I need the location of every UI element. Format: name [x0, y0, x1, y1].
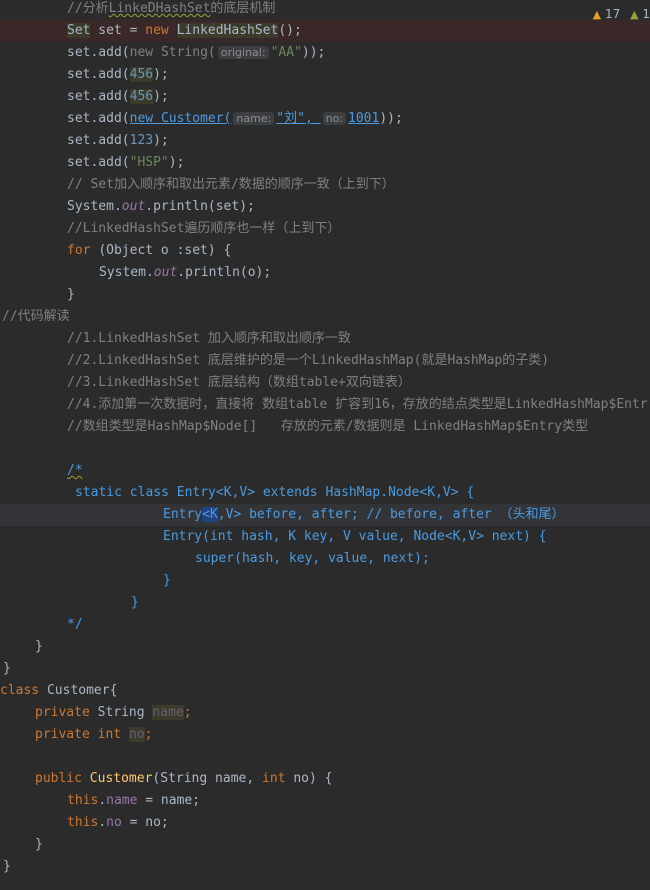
code-line[interactable]: //3.LinkedHashSet 底层结构（数组table+双向链表）: [0, 372, 650, 394]
code-text: set.add("HSP");: [67, 155, 185, 170]
parameter-hint: no:: [322, 112, 347, 125]
code-line[interactable]: //2.LinkedHashSet 底层维护的是一个LinkedHashMap(…: [0, 350, 650, 372]
code-line[interactable]: private String name;: [0, 702, 650, 724]
code-line[interactable]: set.add("HSP");: [0, 152, 650, 174]
code-text: }: [67, 287, 75, 302]
code-line[interactable]: }: [0, 592, 650, 614]
code-line[interactable]: }: [0, 658, 650, 680]
code-text: set.add(new String(original: "AA"));: [67, 45, 326, 60]
code-line-current[interactable]: Entry<K,V> before, after; // before, aft…: [0, 504, 650, 526]
code-text: set.add(123);: [67, 133, 169, 148]
code-line[interactable]: //1.LinkedHashSet 加入顺序和取出顺序一致: [0, 328, 650, 350]
comment-text: //3.LinkedHashSet 底层结构（数组table+双向链表）: [67, 375, 411, 390]
code-text: for (Object o :set) {: [67, 243, 232, 258]
code-line[interactable]: public Customer(String name, int no) {: [0, 768, 650, 790]
code-text: private int no;: [35, 727, 153, 742]
code-line[interactable]: }: [0, 570, 650, 592]
code-text: }: [3, 661, 11, 676]
code-line[interactable]: super(hash, key, value, next);: [0, 548, 650, 570]
code-line[interactable]: for (Object o :set) {: [0, 240, 650, 262]
comment-text: Entry(int hash, K key, V value, Node<K,V…: [163, 529, 547, 544]
code-line[interactable]: this.no = no;: [0, 812, 650, 834]
comment-text: */: [67, 617, 83, 632]
code-line[interactable]: //LinkedHashSet遍历顺序也一样（上到下）: [0, 218, 650, 240]
code-line[interactable]: //分析LinkeDHashSet的底层机制: [0, 0, 650, 20]
code-line[interactable]: System.out.println(o);: [0, 262, 650, 284]
code-line[interactable]: }: [0, 856, 650, 878]
code-text: }: [35, 837, 43, 852]
code-line[interactable]: /*: [0, 460, 650, 482]
code-text: private String name;: [35, 705, 192, 720]
comment-text: //分析LinkeDHashSet的底层机制: [67, 1, 276, 16]
code-line[interactable]: static class Entry<K,V> extends HashMap.…: [0, 482, 650, 504]
code-line[interactable]: private int no;: [0, 724, 650, 746]
code-line[interactable]: System.out.println(set);: [0, 196, 650, 218]
comment-text: }: [131, 595, 139, 610]
code-text: this.name = name;: [67, 793, 201, 808]
comment-text: // Set加入顺序和取出元素/数据的顺序一致（上到下）: [67, 177, 395, 192]
comment-text: //2.LinkedHashSet 底层维护的是一个LinkedHashMap(…: [67, 353, 550, 368]
code-line[interactable]: set.add(new String(original: "AA"));: [0, 42, 650, 64]
code-text: }: [3, 859, 11, 874]
code-line[interactable]: }: [0, 636, 650, 658]
code-line[interactable]: //数组类型是HashMap$Node[] 存放的元素/数据则是 LinkedH…: [0, 416, 650, 438]
code-line[interactable]: class Customer{: [0, 680, 650, 702]
comment-text: //4.添加第一次数据时，直接将 数组table 扩容到16，存放的结点类型是L…: [67, 397, 648, 412]
code-text: set.add(456);: [67, 89, 169, 104]
code-text: this.no = no;: [67, 815, 169, 830]
code-text: System.out.println(o);: [99, 265, 272, 280]
comment-text: }: [163, 573, 171, 588]
code-line[interactable]: set.add(123);: [0, 130, 650, 152]
code-text: class Customer{: [0, 683, 118, 698]
comment-text: Entry<K,V> before, after; // before, aft…: [163, 507, 565, 522]
code-line[interactable]: */: [0, 614, 650, 636]
comment-text: super(hash, key, value, next);: [195, 551, 430, 566]
code-line[interactable]: set.add(new Customer(name: "刘", no: 1001))…: [0, 108, 650, 130]
code-line[interactable]: Entry(int hash, K key, V value, Node<K,V…: [0, 526, 650, 548]
comment-text: /*: [67, 463, 83, 478]
code-line[interactable]: // Set加入顺序和取出元素/数据的顺序一致（上到下）: [0, 174, 650, 196]
comment-text: //数组类型是HashMap$Node[] 存放的元素/数据则是 LinkedH…: [67, 419, 589, 434]
comment-text: //1.LinkedHashSet 加入顺序和取出顺序一致: [67, 331, 351, 346]
comment-text: //代码解读: [2, 309, 70, 324]
code-text: }: [35, 639, 43, 654]
code-editor[interactable]: ▲ 17 ▲ 1 //分析LinkeDHashSet的底层机制 Set set …: [0, 0, 650, 890]
code-line[interactable]: Set set = new LinkedHashSet();: [0, 20, 650, 42]
code-line[interactable]: //4.添加第一次数据时，直接将 数组table 扩容到16，存放的结点类型是L…: [0, 394, 650, 416]
code-line[interactable]: }: [0, 834, 650, 856]
parameter-hint: original:: [217, 46, 269, 59]
code-line[interactable]: //代码解读: [0, 306, 650, 328]
comment-text: static class Entry<K,V> extends HashMap.…: [75, 485, 475, 500]
code-line[interactable]: this.name = name;: [0, 790, 650, 812]
code-line[interactable]: }: [0, 284, 650, 306]
parameter-hint: name:: [233, 112, 275, 125]
code-text: set.add(new Customer(name: "刘", no: 1001))…: [67, 111, 403, 126]
code-text: System.out.println(set);: [67, 199, 255, 214]
comment-text: //LinkedHashSet遍历顺序也一样（上到下）: [67, 221, 341, 236]
code-line[interactable]: set.add(456);: [0, 64, 650, 86]
code-line[interactable]: set.add(456);: [0, 86, 650, 108]
code-text: set.add(456);: [67, 67, 169, 82]
code-text: public Customer(String name, int no) {: [35, 771, 333, 786]
code-text: Set set = new LinkedHashSet();: [67, 23, 302, 38]
